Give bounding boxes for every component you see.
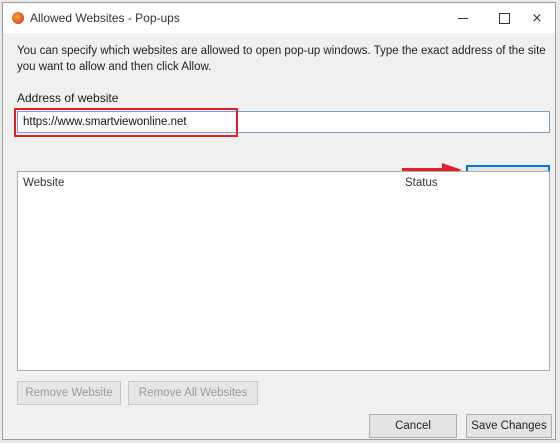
save-changes-button[interactable]: Save Changes <box>466 414 552 438</box>
dialog-window: Allowed Websites - Pop-ups × You can spe… <box>2 2 556 440</box>
close-icon: × <box>531 10 543 26</box>
maximize-icon <box>498 12 510 24</box>
annotation-highlight-box <box>14 108 238 137</box>
minimize-icon <box>458 17 468 19</box>
column-header-status[interactable]: Status <box>405 177 438 189</box>
websites-list[interactable]: Website Status <box>17 171 550 371</box>
column-header-website[interactable]: Website <box>23 177 64 189</box>
minimize-button[interactable] <box>440 3 486 33</box>
remove-all-websites-button[interactable]: Remove All Websites <box>128 381 258 405</box>
instructions-text: You can specify which websites are allow… <box>17 45 546 73</box>
remove-website-button[interactable]: Remove Website <box>17 381 121 405</box>
window-title: Allowed Websites - Pop-ups <box>30 11 180 25</box>
title-bar[interactable]: Allowed Websites - Pop-ups × <box>3 3 555 33</box>
cancel-button[interactable]: Cancel <box>369 414 457 438</box>
firefox-icon <box>12 12 24 24</box>
close-button[interactable]: × <box>514 3 560 33</box>
address-label: Address of website <box>17 91 119 105</box>
